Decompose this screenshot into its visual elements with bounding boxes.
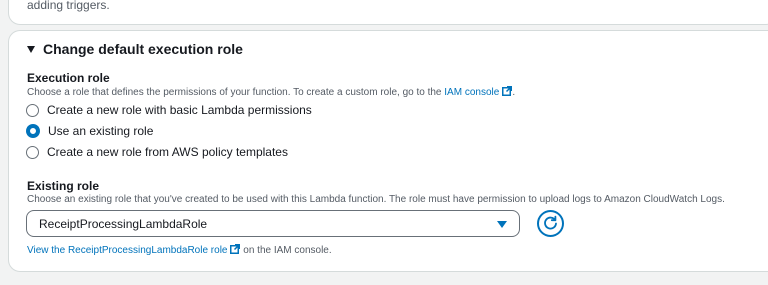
previous-section-text: adding triggers. xyxy=(27,0,110,12)
iam-console-link[interactable]: IAM console xyxy=(444,86,513,98)
change-default-execution-role-toggle[interactable]: Change default execution role xyxy=(27,41,243,57)
execution-role-panel: Change default execution role Execution … xyxy=(8,30,768,272)
execution-role-description: Choose a role that defines the permissio… xyxy=(27,86,515,98)
execution-role-description-text: Choose a role that defines the permissio… xyxy=(27,87,442,98)
existing-role-select[interactable]: ReceiptProcessingLambdaRole xyxy=(26,210,520,237)
radio-button[interactable] xyxy=(26,145,39,159)
view-role-line: View the ReceiptProcessingLambdaRole rol… xyxy=(27,244,332,256)
radio-label: Create a new role from AWS policy templa… xyxy=(47,145,288,159)
section-title: Change default execution role xyxy=(43,41,243,57)
radio-use-existing-role[interactable]: Use an existing role xyxy=(26,124,153,138)
radio-create-basic-role[interactable]: Create a new role with basic Lambda perm… xyxy=(26,103,312,117)
execution-role-description-end: . xyxy=(512,87,516,98)
external-link-icon xyxy=(230,244,241,254)
iam-console-link-label: IAM console xyxy=(444,87,500,98)
radio-label: Use an existing role xyxy=(48,124,154,138)
view-role-suffix: on the IAM console. xyxy=(243,245,332,256)
refresh-icon xyxy=(544,215,557,230)
external-link-icon xyxy=(502,86,513,96)
view-role-link[interactable]: View the ReceiptProcessingLambdaRole rol… xyxy=(27,244,241,256)
dropdown-caret-icon xyxy=(497,221,507,228)
radio-button-selected[interactable] xyxy=(26,124,40,138)
execution-role-label: Execution role xyxy=(27,71,110,85)
previous-section-card: adding triggers. xyxy=(8,0,768,25)
existing-role-label: Existing role xyxy=(27,179,100,193)
view-role-link-label: View the ReceiptProcessingLambdaRole rol… xyxy=(27,245,228,256)
refresh-roles-button[interactable] xyxy=(537,210,564,237)
radio-label: Create a new role with basic Lambda perm… xyxy=(47,103,312,117)
existing-role-description: Choose an existing role that you've crea… xyxy=(27,194,725,205)
caret-down-icon xyxy=(27,45,35,53)
radio-button[interactable] xyxy=(26,103,39,117)
existing-role-select-value: ReceiptProcessingLambdaRole xyxy=(39,217,208,231)
radio-create-from-templates[interactable]: Create a new role from AWS policy templa… xyxy=(26,145,288,159)
